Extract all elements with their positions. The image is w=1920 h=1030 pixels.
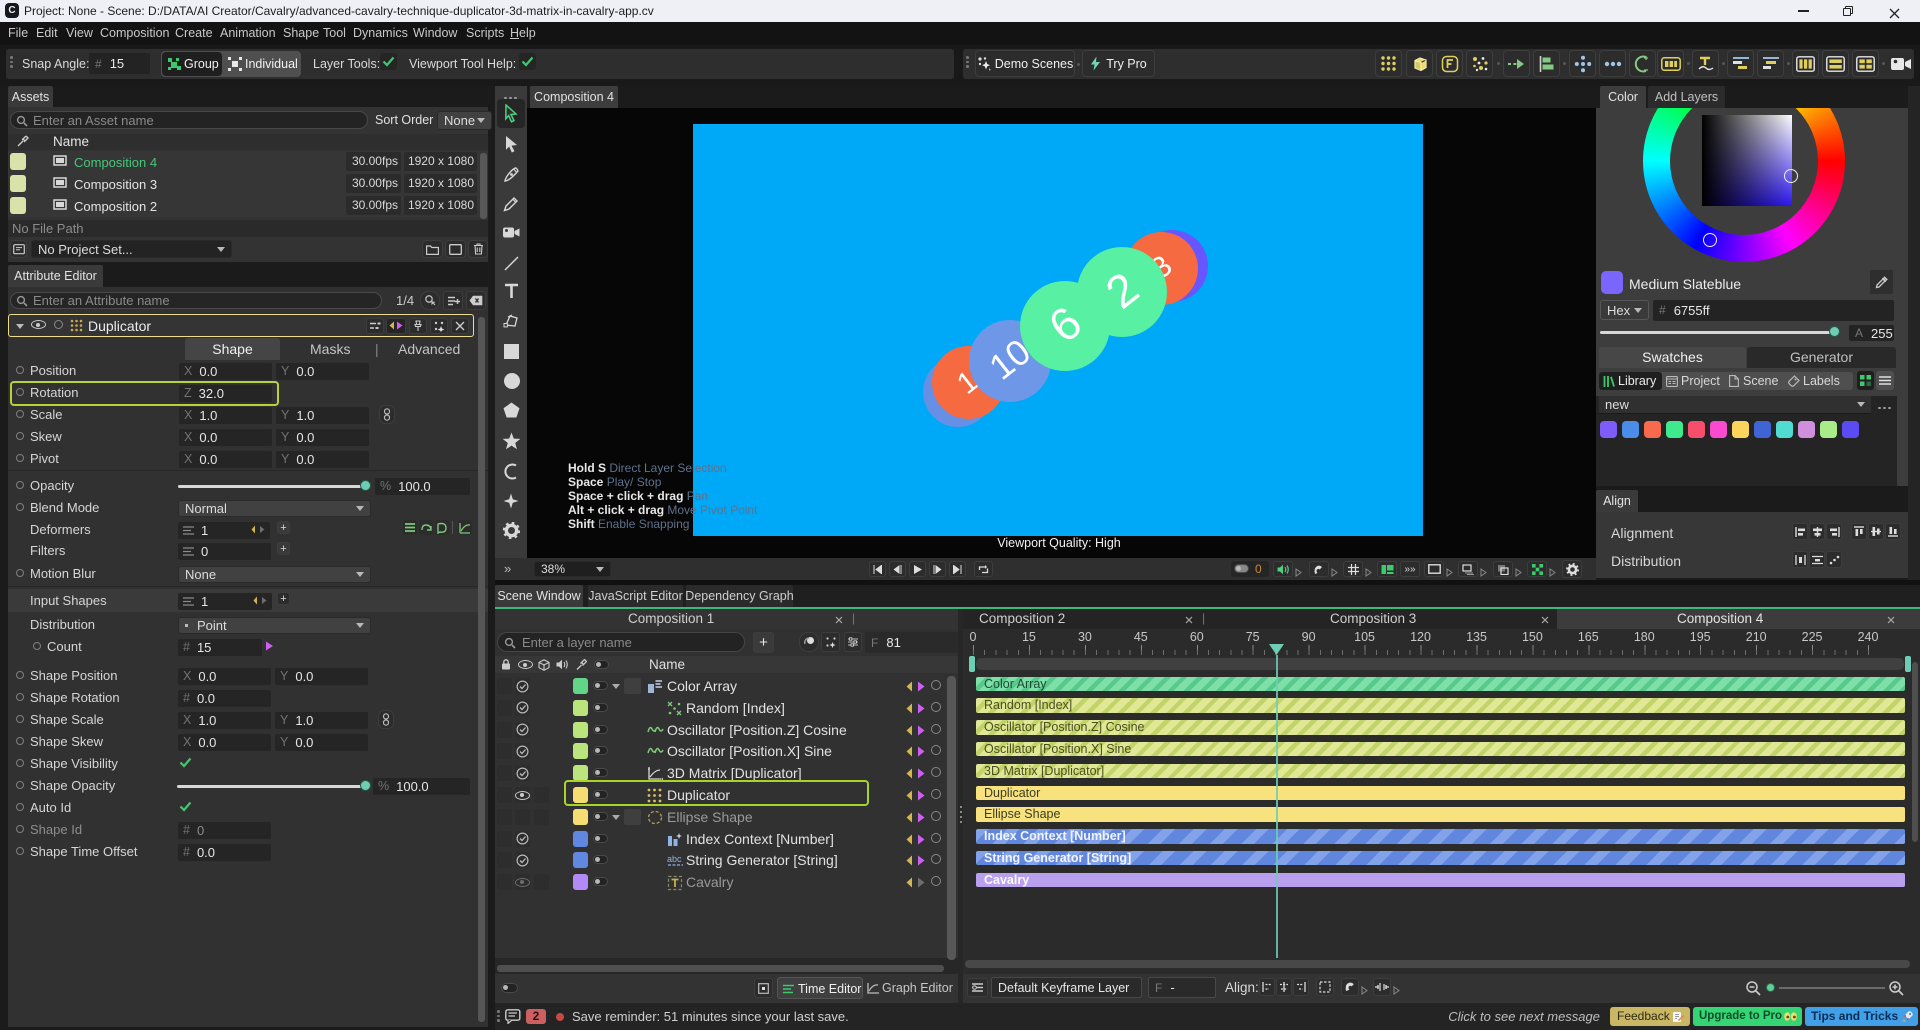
svg-text:abc: abc xyxy=(667,854,682,864)
